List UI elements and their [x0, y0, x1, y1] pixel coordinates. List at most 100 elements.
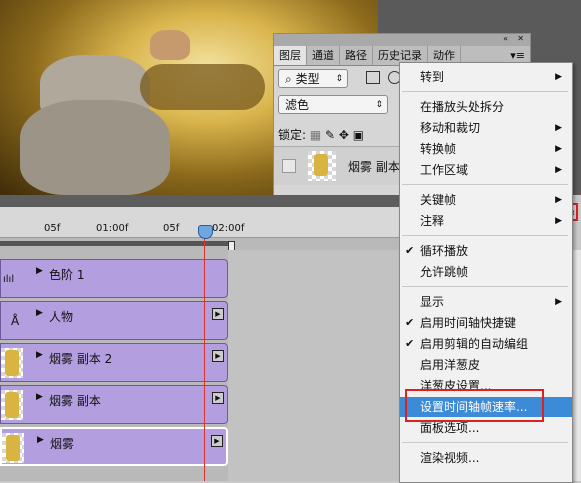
menu-item-move-and-trim[interactable]: 移动和裁切 ▶ — [400, 118, 572, 138]
menu-separator — [402, 442, 568, 443]
menu-item-show[interactable]: 显示 ▶ — [400, 292, 572, 312]
track-name: 烟雾 副本 — [49, 394, 101, 408]
adjustment-icon: ılıl — [3, 274, 15, 285]
menu-item-render-video[interactable]: 渲染视频... — [400, 448, 572, 468]
track-smoke-copy2[interactable]: ▶ 烟雾 副本 2 ▶ — [0, 343, 228, 382]
checkmark-icon: ✔ — [405, 316, 415, 329]
layer-thumbnail — [308, 151, 336, 181]
submenu-arrow-icon: ▶ — [555, 165, 562, 175]
menu-label: 允许跳帧 — [420, 265, 469, 279]
menu-item-enable-onion-skins[interactable]: 启用洋葱皮 — [400, 355, 572, 375]
lock-row: 锁定: ▦ ✎ ✥ ▣ — [278, 126, 364, 143]
stepper-icon: ⇕ — [335, 74, 343, 84]
menu-label: 在播放头处拆分 — [420, 100, 505, 114]
image-filter-icon[interactable] — [366, 71, 380, 84]
kind-filter-value: 类型 — [295, 72, 320, 86]
collapse-icon[interactable]: « — [503, 34, 508, 43]
blend-mode-value: 滤色 — [285, 98, 310, 112]
menu-item-loop-playback[interactable]: ✔ 循环播放 — [400, 241, 572, 261]
menu-label: 转到 — [420, 70, 445, 84]
submenu-arrow-icon: ▶ — [555, 216, 562, 226]
submenu-arrow-icon: ▶ — [555, 144, 562, 154]
submenu-arrow-icon: ▶ — [555, 72, 562, 82]
stepper-icon: ⇕ — [375, 100, 383, 110]
track-name: 人物 — [49, 310, 74, 324]
menu-label: 循环播放 — [420, 244, 469, 258]
time-mark: 02:00f — [212, 223, 245, 234]
expand-arrow-icon[interactable]: ▶ — [36, 350, 43, 360]
menu-item-comments[interactable]: 注释 ▶ — [400, 211, 572, 231]
menu-label: 面板选项... — [420, 421, 480, 435]
checkmark-icon: ✔ — [405, 244, 415, 257]
figure-icon: Å — [11, 314, 20, 328]
menu-item-keyframes[interactable]: 关键帧 ▶ — [400, 190, 572, 210]
menu-separator — [402, 286, 568, 287]
track-smoke-copy[interactable]: ▶ 烟雾 副本 ▶ — [0, 385, 228, 424]
menu-item-goto[interactable]: 转到 ▶ — [400, 67, 572, 87]
expand-arrow-icon[interactable]: ▶ — [36, 308, 43, 318]
figure-lower — [20, 100, 170, 195]
work-area-bar[interactable] — [0, 241, 230, 246]
search-icon: ⌕ — [285, 72, 292, 86]
menu-item-transition[interactable]: 转换帧 ▶ — [400, 139, 572, 159]
menu-label: 移动和裁切 — [420, 121, 481, 135]
menu-label: 启用时间轴快捷键 — [420, 316, 517, 330]
menu-label: 渲染视频... — [420, 451, 480, 465]
tab-channels[interactable]: 通道 — [307, 46, 340, 65]
tab-paths[interactable]: 路径 — [340, 46, 373, 65]
blend-mode-select[interactable]: 滤色 ⇕ — [278, 95, 388, 114]
playhead-line — [204, 231, 205, 481]
lock-label: 锁定: — [278, 128, 307, 142]
menu-item-enable-shortcuts[interactable]: ✔ 启用时间轴快捷键 — [400, 313, 572, 333]
menu-label: 关键帧 — [420, 193, 457, 207]
track-levels[interactable]: ılıl ▶ 色阶 1 — [0, 259, 228, 298]
clip-menu-icon[interactable]: ▶ — [212, 350, 224, 362]
menu-item-allow-frame-skip[interactable]: 允许跳帧 — [400, 262, 572, 282]
lock-all-icon[interactable]: ▣ — [353, 128, 364, 142]
menu-item-work-area[interactable]: 工作区域 ▶ — [400, 160, 572, 180]
time-mark: 05f — [44, 223, 61, 234]
kind-filter-select[interactable]: ⌕ 类型 ⇕ — [278, 69, 348, 88]
layer-thumbnail — [2, 433, 24, 463]
submenu-arrow-icon: ▶ — [555, 123, 562, 133]
track-person[interactable]: Å ▶ 人物 ▶ — [0, 301, 228, 340]
menu-separator — [402, 184, 568, 185]
layer-thumbnail — [1, 390, 23, 420]
close-panel-icon[interactable]: ✕ — [517, 34, 524, 43]
menu-separator — [402, 235, 568, 236]
time-mark: 05f — [163, 223, 180, 234]
panel-titlebar: « ✕ — [274, 34, 530, 46]
lock-move-icon[interactable]: ✥ — [339, 128, 353, 142]
layer-name: 烟雾 副本 — [348, 160, 400, 174]
lock-transparent-icon[interactable]: ▦ — [310, 128, 325, 142]
menu-label: 启用剪辑的自动编组 — [420, 337, 529, 351]
menu-item-auto-group-clips[interactable]: ✔ 启用剪辑的自动编组 — [400, 334, 572, 354]
submenu-arrow-icon: ▶ — [555, 195, 562, 205]
menu-label: 转换帧 — [420, 142, 457, 156]
track-smoke[interactable]: ▶ 烟雾 ▶ — [0, 427, 228, 466]
layer-thumbnail — [1, 348, 23, 378]
annotation-highlight-box — [405, 389, 544, 422]
lock-brush-icon[interactable]: ✎ — [325, 128, 339, 142]
menu-label: 显示 — [420, 295, 445, 309]
time-mark: 01:00f — [96, 223, 129, 234]
menu-separator — [402, 91, 568, 92]
menu-label: 注释 — [420, 214, 445, 228]
clip-menu-icon[interactable]: ▶ — [211, 435, 223, 447]
tab-layers[interactable]: 图层 — [274, 46, 307, 65]
expand-arrow-icon[interactable]: ▶ — [37, 435, 44, 445]
clip-menu-icon[interactable]: ▶ — [212, 392, 224, 404]
checkmark-icon: ✔ — [405, 337, 415, 350]
expand-arrow-icon[interactable]: ▶ — [36, 266, 43, 276]
expand-arrow-icon[interactable]: ▶ — [36, 392, 43, 402]
menu-label: 工作区域 — [420, 163, 469, 177]
figure-arm — [150, 30, 190, 60]
smoke-band — [140, 64, 265, 110]
track-name: 色阶 1 — [49, 268, 85, 282]
track-name: 烟雾 — [50, 437, 75, 451]
visibility-toggle[interactable] — [282, 159, 296, 173]
playhead-handle[interactable] — [198, 225, 213, 239]
menu-label: 启用洋葱皮 — [420, 358, 481, 372]
menu-item-split-at-playhead[interactable]: 在播放头处拆分 — [400, 97, 572, 117]
clip-menu-icon[interactable]: ▶ — [212, 308, 224, 320]
